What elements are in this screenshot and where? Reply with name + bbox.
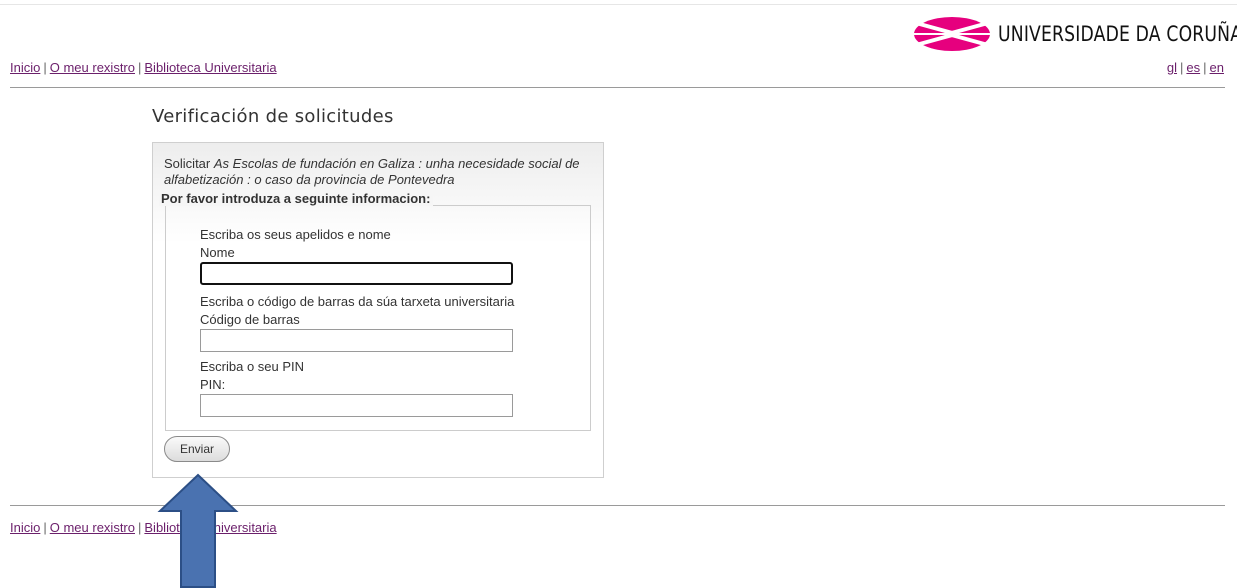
barcode-label: Código de barras bbox=[200, 312, 300, 327]
request-form-panel: Solicitar As Escolas de fundación en Gal… bbox=[152, 142, 604, 478]
udc-logo-icon bbox=[914, 17, 990, 51]
page-title: Verificación de solicitudes bbox=[152, 106, 394, 127]
pin-input[interactable] bbox=[200, 394, 513, 417]
nome-input[interactable] bbox=[200, 262, 513, 285]
nav-link-inicio[interactable]: Inicio bbox=[10, 60, 40, 75]
request-description: Solicitar As Escolas de fundación en Gal… bbox=[164, 156, 594, 188]
request-prefix: Solicitar bbox=[164, 156, 214, 171]
university-name: UNIVERSIDADE DA CORUÑA bbox=[998, 22, 1237, 46]
book-title: As Escolas de fundación en Galiza : unha… bbox=[164, 156, 580, 187]
nav-link-inicio[interactable]: Inicio bbox=[10, 520, 40, 535]
pin-label: PIN: bbox=[200, 377, 226, 392]
university-logo[interactable]: UNIVERSIDADE DA CORUÑA bbox=[912, 12, 1237, 56]
barcode-instruction: Escriba o código de barras da súa tarxet… bbox=[200, 294, 515, 309]
header-divider bbox=[10, 87, 1225, 88]
nav-separator: | bbox=[138, 60, 142, 75]
language-switcher: gl | es | en bbox=[1167, 60, 1224, 75]
top-nav: Inicio | O meu rexistro | Biblioteca Univers… bbox=[10, 60, 277, 75]
nav-link-biblioteca[interactable]: Biblioteca Universitaria bbox=[144, 60, 276, 75]
lang-link-es[interactable]: es bbox=[1186, 60, 1200, 75]
lang-separator: | bbox=[1180, 60, 1184, 75]
top-divider bbox=[0, 4, 1237, 5]
lang-link-en[interactable]: en bbox=[1210, 60, 1224, 75]
nome-label: Nome bbox=[200, 245, 235, 260]
nav-link-rexistro[interactable]: O meu rexistro bbox=[50, 520, 135, 535]
barcode-input[interactable] bbox=[200, 329, 513, 352]
info-fieldset: Escriba os seus apelidos e nome Nome Esc… bbox=[165, 205, 591, 431]
lang-separator: | bbox=[1203, 60, 1207, 75]
fieldset-legend: Por favor introduza a seguinte informaci… bbox=[159, 191, 434, 206]
lang-link-gl[interactable]: gl bbox=[1167, 60, 1177, 75]
annotation-arrow-up-icon bbox=[157, 473, 239, 588]
nav-separator: | bbox=[43, 520, 47, 535]
nav-link-rexistro[interactable]: O meu rexistro bbox=[50, 60, 135, 75]
nome-instruction: Escriba os seus apelidos e nome bbox=[200, 227, 391, 242]
submit-button[interactable]: Enviar bbox=[164, 436, 230, 462]
nav-separator: | bbox=[138, 520, 142, 535]
pin-instruction: Escriba o seu PIN bbox=[200, 359, 305, 374]
nav-separator: | bbox=[43, 60, 47, 75]
